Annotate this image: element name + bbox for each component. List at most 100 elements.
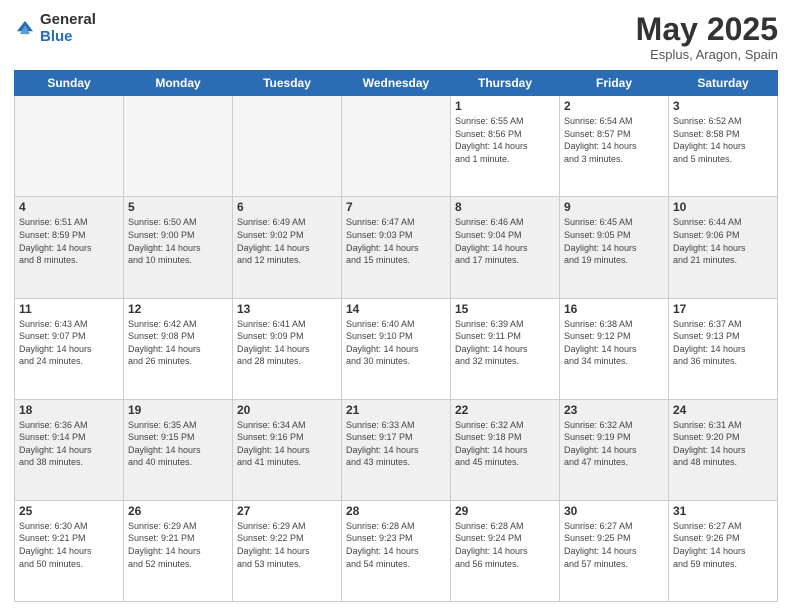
calendar-cell: 8 Sunrise: 6:46 AM Sunset: 9:04 PM Daylig… xyxy=(451,197,560,298)
calendar-cell xyxy=(15,96,124,197)
calendar-cell: 30 Sunrise: 6:27 AM Sunset: 9:25 PM Dayli… xyxy=(560,500,669,601)
calendar-cell: 12 Sunrise: 6:42 AM Sunset: 9:08 PM Dayli… xyxy=(124,298,233,399)
calendar-cell: 6 Sunrise: 6:49 AM Sunset: 9:02 PM Daylig… xyxy=(233,197,342,298)
day-number: 26 xyxy=(128,504,228,518)
day-info: Sunrise: 6:46 AM Sunset: 9:04 PM Dayligh… xyxy=(455,216,555,266)
day-number: 12 xyxy=(128,302,228,316)
logo-general-text: General xyxy=(40,12,96,29)
day-number: 17 xyxy=(673,302,773,316)
day-info: Sunrise: 6:28 AM Sunset: 9:24 PM Dayligh… xyxy=(455,520,555,570)
day-number: 19 xyxy=(128,403,228,417)
logo-text: General Blue xyxy=(40,12,96,45)
day-number: 13 xyxy=(237,302,337,316)
calendar-header-saturday: Saturday xyxy=(669,71,778,96)
day-number: 7 xyxy=(346,200,446,214)
day-number: 3 xyxy=(673,99,773,113)
calendar-cell: 4Sunrise: 6:51 AM Sunset: 8:59 PM Daylig… xyxy=(15,197,124,298)
day-number: 23 xyxy=(564,403,664,417)
day-number: 28 xyxy=(346,504,446,518)
calendar-cell: 10 Sunrise: 6:44 AM Sunset: 9:06 PM Dayli… xyxy=(669,197,778,298)
calendar-cell xyxy=(342,96,451,197)
calendar-header-friday: Friday xyxy=(560,71,669,96)
day-number: 22 xyxy=(455,403,555,417)
calendar-header-wednesday: Wednesday xyxy=(342,71,451,96)
calendar-header-thursday: Thursday xyxy=(451,71,560,96)
calendar-cell: 5 Sunrise: 6:50 AM Sunset: 9:00 PM Daylig… xyxy=(124,197,233,298)
day-number: 29 xyxy=(455,504,555,518)
day-info: Sunrise: 6:45 AM Sunset: 9:05 PM Dayligh… xyxy=(564,216,664,266)
day-info: Sunrise: 6:31 AM Sunset: 9:20 PM Dayligh… xyxy=(673,419,773,469)
calendar-page: General Blue May 2025 Esplus, Aragon, Sp… xyxy=(0,0,792,612)
calendar-cell: 1Sunrise: 6:55 AM Sunset: 8:56 PM Daylig… xyxy=(451,96,560,197)
calendar-cell: 11 Sunrise: 6:43 AM Sunset: 9:07 PM Dayli… xyxy=(15,298,124,399)
day-number: 21 xyxy=(346,403,446,417)
day-number: 10 xyxy=(673,200,773,214)
day-info: Sunrise: 6:29 AM Sunset: 9:21 PM Dayligh… xyxy=(128,520,228,570)
day-info: Sunrise: 6:43 AM Sunset: 9:07 PM Dayligh… xyxy=(19,318,119,368)
calendar-week-row: 25Sunrise: 6:30 AM Sunset: 9:21 PM Dayli… xyxy=(15,500,778,601)
calendar-cell: 13 Sunrise: 6:41 AM Sunset: 9:09 PM Dayli… xyxy=(233,298,342,399)
day-number: 15 xyxy=(455,302,555,316)
calendar-cell: 27Sunrise: 6:29 AM Sunset: 9:22 PM Dayli… xyxy=(233,500,342,601)
logo: General Blue xyxy=(14,12,96,45)
day-info: Sunrise: 6:55 AM Sunset: 8:56 PM Dayligh… xyxy=(455,115,555,165)
day-info: Sunrise: 6:51 AM Sunset: 8:59 PM Dayligh… xyxy=(19,216,119,266)
calendar-cell: 29 Sunrise: 6:28 AM Sunset: 9:24 PM Dayli… xyxy=(451,500,560,601)
day-number: 18 xyxy=(19,403,119,417)
day-info: Sunrise: 6:49 AM Sunset: 9:02 PM Dayligh… xyxy=(237,216,337,266)
calendar-week-row: 4Sunrise: 6:51 AM Sunset: 8:59 PM Daylig… xyxy=(15,197,778,298)
header: General Blue May 2025 Esplus, Aragon, Sp… xyxy=(14,12,778,62)
day-info: Sunrise: 6:27 AM Sunset: 9:25 PM Dayligh… xyxy=(564,520,664,570)
calendar-cell: 15 Sunrise: 6:39 AM Sunset: 9:11 PM Dayli… xyxy=(451,298,560,399)
calendar-title: May 2025 xyxy=(636,12,778,47)
day-info: Sunrise: 6:52 AM Sunset: 8:58 PM Dayligh… xyxy=(673,115,773,165)
calendar-week-row: 1Sunrise: 6:55 AM Sunset: 8:56 PM Daylig… xyxy=(15,96,778,197)
calendar-cell: 25Sunrise: 6:30 AM Sunset: 9:21 PM Dayli… xyxy=(15,500,124,601)
day-info: Sunrise: 6:30 AM Sunset: 9:21 PM Dayligh… xyxy=(19,520,119,570)
day-info: Sunrise: 6:50 AM Sunset: 9:00 PM Dayligh… xyxy=(128,216,228,266)
calendar-cell: 14 Sunrise: 6:40 AM Sunset: 9:10 PM Dayli… xyxy=(342,298,451,399)
calendar-cell: 26 Sunrise: 6:29 AM Sunset: 9:21 PM Dayli… xyxy=(124,500,233,601)
day-info: Sunrise: 6:37 AM Sunset: 9:13 PM Dayligh… xyxy=(673,318,773,368)
day-info: Sunrise: 6:27 AM Sunset: 9:26 PM Dayligh… xyxy=(673,520,773,570)
day-info: Sunrise: 6:44 AM Sunset: 9:06 PM Dayligh… xyxy=(673,216,773,266)
calendar-week-row: 11 Sunrise: 6:43 AM Sunset: 9:07 PM Dayli… xyxy=(15,298,778,399)
logo-icon xyxy=(14,18,36,40)
calendar-cell: 28 Sunrise: 6:28 AM Sunset: 9:23 PM Dayli… xyxy=(342,500,451,601)
day-info: Sunrise: 6:39 AM Sunset: 9:11 PM Dayligh… xyxy=(455,318,555,368)
calendar-header-tuesday: Tuesday xyxy=(233,71,342,96)
day-number: 8 xyxy=(455,200,555,214)
calendar-cell: 3 Sunrise: 6:52 AM Sunset: 8:58 PM Daylig… xyxy=(669,96,778,197)
calendar-week-row: 18Sunrise: 6:36 AM Sunset: 9:14 PM Dayli… xyxy=(15,399,778,500)
calendar-header-monday: Monday xyxy=(124,71,233,96)
calendar-header-row: SundayMondayTuesdayWednesdayThursdayFrid… xyxy=(15,71,778,96)
calendar-cell: 2Sunrise: 6:54 AM Sunset: 8:57 PM Daylig… xyxy=(560,96,669,197)
calendar-cell: 23Sunrise: 6:32 AM Sunset: 9:19 PM Dayli… xyxy=(560,399,669,500)
day-info: Sunrise: 6:33 AM Sunset: 9:17 PM Dayligh… xyxy=(346,419,446,469)
day-number: 2 xyxy=(564,99,664,113)
calendar-cell xyxy=(233,96,342,197)
calendar-cell: 20Sunrise: 6:34 AM Sunset: 9:16 PM Dayli… xyxy=(233,399,342,500)
calendar-table: SundayMondayTuesdayWednesdayThursdayFrid… xyxy=(14,70,778,602)
day-info: Sunrise: 6:40 AM Sunset: 9:10 PM Dayligh… xyxy=(346,318,446,368)
logo-blue-text: Blue xyxy=(40,29,96,46)
calendar-cell: 19Sunrise: 6:35 AM Sunset: 9:15 PM Dayli… xyxy=(124,399,233,500)
day-number: 5 xyxy=(128,200,228,214)
day-number: 11 xyxy=(19,302,119,316)
day-number: 6 xyxy=(237,200,337,214)
day-info: Sunrise: 6:38 AM Sunset: 9:12 PM Dayligh… xyxy=(564,318,664,368)
day-number: 16 xyxy=(564,302,664,316)
calendar-header-sunday: Sunday xyxy=(15,71,124,96)
day-info: Sunrise: 6:28 AM Sunset: 9:23 PM Dayligh… xyxy=(346,520,446,570)
day-info: Sunrise: 6:32 AM Sunset: 9:18 PM Dayligh… xyxy=(455,419,555,469)
day-number: 30 xyxy=(564,504,664,518)
day-info: Sunrise: 6:41 AM Sunset: 9:09 PM Dayligh… xyxy=(237,318,337,368)
day-info: Sunrise: 6:42 AM Sunset: 9:08 PM Dayligh… xyxy=(128,318,228,368)
calendar-cell: 9 Sunrise: 6:45 AM Sunset: 9:05 PM Daylig… xyxy=(560,197,669,298)
calendar-cell: 16 Sunrise: 6:38 AM Sunset: 9:12 PM Dayli… xyxy=(560,298,669,399)
calendar-cell: 18Sunrise: 6:36 AM Sunset: 9:14 PM Dayli… xyxy=(15,399,124,500)
day-number: 9 xyxy=(564,200,664,214)
day-number: 14 xyxy=(346,302,446,316)
calendar-cell xyxy=(124,96,233,197)
day-info: Sunrise: 6:47 AM Sunset: 9:03 PM Dayligh… xyxy=(346,216,446,266)
